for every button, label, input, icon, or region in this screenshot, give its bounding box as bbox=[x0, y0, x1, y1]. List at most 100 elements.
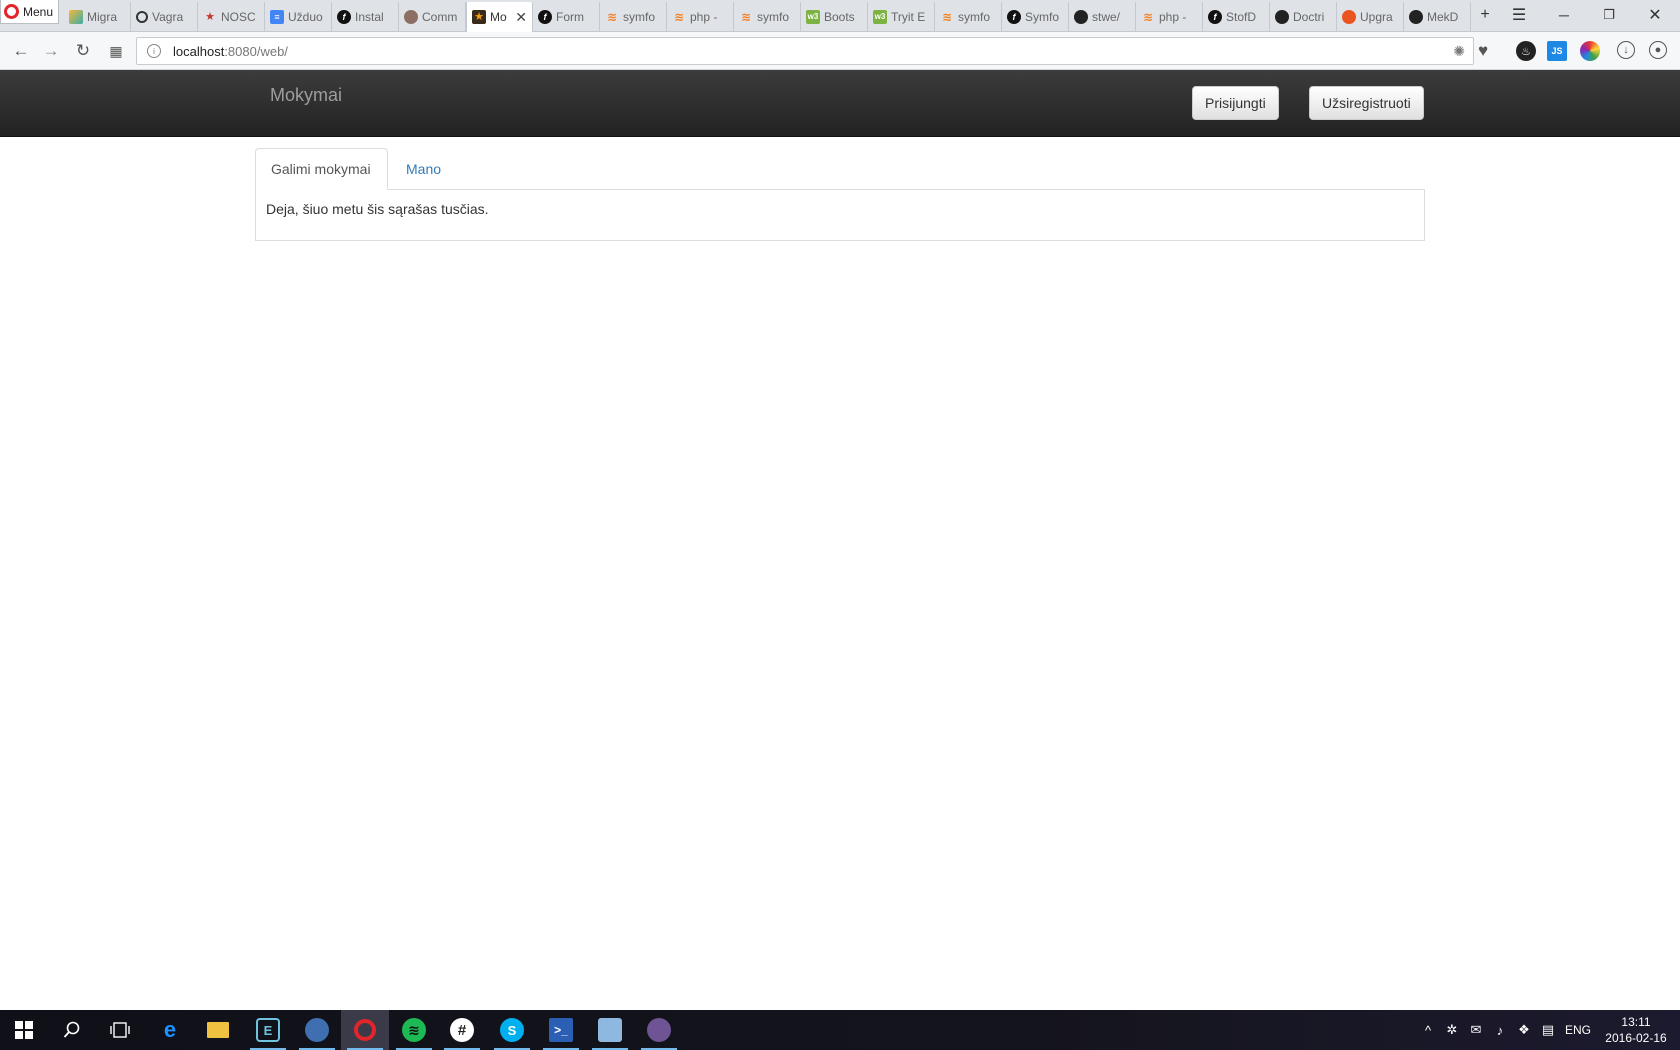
stackoverflow-icon: ≋ bbox=[740, 10, 752, 24]
w3schools-icon: w3 bbox=[873, 10, 887, 24]
browser-tab[interactable]: ≋ symfo bbox=[734, 2, 801, 32]
back-icon[interactable]: ← bbox=[10, 40, 32, 62]
spotify-icon[interactable]: ≋ bbox=[390, 1010, 438, 1050]
system-clock[interactable]: 13:11 2016-02-16 bbox=[1596, 1014, 1676, 1046]
tray-mail-icon[interactable]: ✉ bbox=[1466, 1010, 1486, 1050]
extension-color-picker-icon[interactable] bbox=[1580, 41, 1600, 61]
browser-tabs: Migra Vagra ★ NOSC ≡ Užduo f Instal Comm ★ M… bbox=[64, 2, 1471, 32]
browser-tab[interactable]: f Form bbox=[533, 2, 600, 32]
browser-tab[interactable]: ≋ php - bbox=[1136, 2, 1203, 32]
dropbox-icon[interactable]: ❖ bbox=[1514, 1010, 1534, 1050]
browser-tab[interactable]: stwe/ bbox=[1069, 2, 1136, 32]
editor-app-icon[interactable]: E bbox=[244, 1010, 292, 1050]
stackoverflow-icon: ≋ bbox=[606, 10, 618, 24]
symfony-icon: f bbox=[538, 10, 552, 24]
browser-tab[interactable]: MekD bbox=[1404, 2, 1471, 32]
browser-tab[interactable]: Doctri bbox=[1270, 2, 1337, 32]
powershell-icon[interactable]: >_ bbox=[537, 1010, 585, 1050]
file-explorer-icon[interactable] bbox=[194, 1010, 242, 1050]
browser-toolbar: ← → ↻ ▦ i localhost:8080/web/ ✺ ♥ ♨ JS ↓… bbox=[0, 32, 1680, 70]
speed-dial-icon[interactable]: ▦ bbox=[105, 40, 127, 62]
download-icon[interactable]: ↓ bbox=[1617, 41, 1635, 59]
site-brand[interactable]: Mokymai bbox=[270, 85, 342, 106]
stackoverflow-icon: ≋ bbox=[673, 10, 685, 24]
opera-menu-button[interactable]: Menu bbox=[0, 0, 59, 24]
url-host: localhost bbox=[173, 43, 225, 59]
forward-icon[interactable]: → bbox=[40, 40, 62, 62]
skype-icon[interactable]: S bbox=[488, 1010, 536, 1050]
search-icon[interactable] bbox=[48, 1010, 96, 1050]
tab-my-courses[interactable]: Mano bbox=[391, 148, 456, 190]
github-icon bbox=[1275, 10, 1289, 24]
account-icon[interactable]: ● bbox=[1649, 41, 1667, 59]
opera-taskbar-icon[interactable] bbox=[341, 1010, 389, 1050]
browser-tab[interactable]: f StofD bbox=[1203, 2, 1270, 32]
yii-icon bbox=[69, 10, 83, 24]
browser-tab[interactable]: Migra bbox=[64, 2, 131, 32]
ubuntu-icon bbox=[1342, 10, 1356, 24]
snapshot-icon[interactable]: ✺ bbox=[1453, 43, 1465, 60]
volume-icon[interactable]: ♪ bbox=[1490, 1010, 1510, 1050]
site-info-icon[interactable]: i bbox=[147, 44, 161, 58]
browser-tab[interactable]: f Instal bbox=[332, 2, 399, 32]
close-tab-icon[interactable]: ✕ bbox=[515, 9, 527, 26]
register-button[interactable]: Užsiregistruoti bbox=[1309, 86, 1424, 120]
action-center-icon[interactable]: ▤ bbox=[1538, 1010, 1558, 1050]
new-tab-icon[interactable]: + bbox=[1472, 0, 1498, 30]
symfony-icon: f bbox=[337, 10, 351, 24]
symfony-icon: f bbox=[1208, 10, 1222, 24]
tab-available-courses[interactable]: Galimi mokymai bbox=[255, 148, 388, 190]
edge-icon[interactable]: e bbox=[146, 1010, 194, 1050]
opera-menu-label: Menu bbox=[23, 4, 54, 19]
close-window-icon[interactable]: ✕ bbox=[1640, 0, 1670, 30]
task-view-icon[interactable] bbox=[96, 1010, 144, 1050]
url-path: :8080/web/ bbox=[224, 43, 288, 59]
github-icon bbox=[1409, 10, 1423, 24]
browser-tab[interactable]: ≋ symfo bbox=[935, 2, 1002, 32]
tab-menu-icon[interactable]: ☰ bbox=[1505, 0, 1533, 30]
nosql-icon: ★ bbox=[205, 10, 215, 23]
browser-tab[interactable]: ≋ php - bbox=[667, 2, 734, 32]
empty-list-message: Deja, šiuo metu šis sąrašas tusčias. bbox=[266, 201, 489, 217]
tray-settings-icon[interactable]: ✲ bbox=[1442, 1010, 1462, 1050]
browser-tab-strip: Menu Migra Vagra ★ NOSC ≡ Užduo f Instal Co… bbox=[0, 0, 1680, 32]
community-icon bbox=[404, 10, 418, 24]
browser-tab[interactable]: ≡ Užduo bbox=[265, 2, 332, 32]
site-navbar: Mokymai Prisijungti Užsiregistruoti bbox=[0, 70, 1680, 137]
show-hidden-icons-icon[interactable]: ^ bbox=[1418, 1010, 1438, 1050]
restore-icon[interactable]: ❐ bbox=[1595, 0, 1623, 30]
windows-taskbar: e E ≋ # S >_ ^ ✲ ✉ ♪ ❖ ▤ ENG 13:11 2016-… bbox=[0, 1010, 1680, 1050]
browser-tab[interactable]: ≋ symfo bbox=[600, 2, 667, 32]
slack-icon[interactable]: # bbox=[438, 1010, 486, 1050]
clock-time: 13:11 bbox=[1621, 1015, 1651, 1029]
bookmark-heart-icon[interactable]: ♥ bbox=[1478, 41, 1488, 61]
browser-tab[interactable]: w3 Tryit E bbox=[868, 2, 935, 32]
language-indicator[interactable]: ENG bbox=[1562, 1010, 1594, 1050]
symfony-icon: f bbox=[1007, 10, 1021, 24]
google-docs-icon: ≡ bbox=[270, 10, 284, 24]
course-list-panel: Deja, šiuo metu šis sąrašas tusčias. bbox=[255, 189, 1425, 241]
windows-start-icon[interactable] bbox=[0, 1010, 48, 1050]
github-desktop-icon[interactable] bbox=[635, 1010, 683, 1050]
vagrant-icon bbox=[136, 11, 148, 23]
reload-icon[interactable]: ↻ bbox=[72, 40, 94, 62]
address-bar[interactable]: i localhost:8080/web/ ✺ bbox=[136, 37, 1474, 65]
browser-tab[interactable]: Upgra bbox=[1337, 2, 1404, 32]
stackoverflow-icon: ≋ bbox=[1142, 10, 1154, 24]
browser-tab[interactable]: ★ NOSC bbox=[198, 2, 265, 32]
browser-tab[interactable]: Vagra bbox=[131, 2, 198, 32]
browser-tab-active[interactable]: ★ Mo ✕ bbox=[466, 2, 533, 32]
virtualbox-icon[interactable] bbox=[586, 1010, 634, 1050]
extension-flame-icon[interactable]: ♨ bbox=[1516, 41, 1536, 61]
login-button[interactable]: Prisijungti bbox=[1192, 86, 1279, 120]
course-tabs: Galimi mokymai Mano bbox=[255, 148, 1425, 190]
bootstrap-icon: w3 bbox=[806, 10, 820, 24]
thunderbird-icon[interactable] bbox=[293, 1010, 341, 1050]
minimize-icon[interactable]: ─ bbox=[1550, 0, 1578, 30]
clock-date: 2016-02-16 bbox=[1605, 1031, 1667, 1045]
browser-tab[interactable]: f Symfo bbox=[1002, 2, 1069, 32]
github-icon bbox=[1074, 10, 1088, 24]
extension-json-icon[interactable]: JS bbox=[1547, 41, 1567, 61]
browser-tab[interactable]: w3 Boots bbox=[801, 2, 868, 32]
browser-tab[interactable]: Comm bbox=[399, 2, 466, 32]
